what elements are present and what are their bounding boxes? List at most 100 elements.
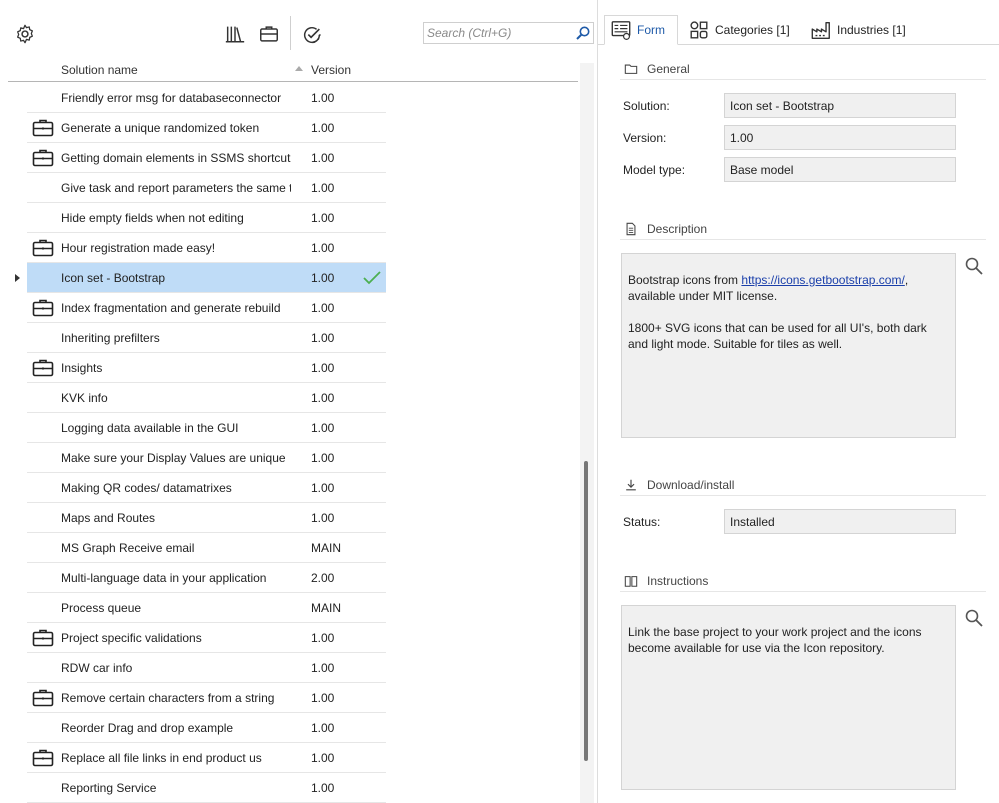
version-label: Version: <box>623 131 667 145</box>
table-row[interactable]: KVK info 1.00 <box>0 383 580 413</box>
vertical-scrollbar[interactable] <box>580 63 594 803</box>
version-cell: 1.00 <box>311 421 335 435</box>
table-row[interactable]: Project specific validations 1.00 <box>0 623 580 653</box>
briefcase-icon <box>32 299 54 317</box>
version-cell: 1.00 <box>311 481 335 495</box>
section-download: Download/install <box>620 476 986 496</box>
solution-grid: Friendly error msg for databaseconnector… <box>0 83 580 803</box>
column-header-solution-name[interactable]: Solution name <box>61 63 138 77</box>
table-row[interactable]: Give task and report parameters the same… <box>0 173 580 203</box>
version-cell: 1.00 <box>311 241 335 255</box>
categories-icon <box>690 21 708 39</box>
validate-button[interactable] <box>299 22 325 48</box>
column-header-version[interactable]: Version <box>311 63 351 77</box>
version-cell: 1.00 <box>311 211 335 225</box>
table-row[interactable]: Index fragmentation and generate rebuild… <box>0 293 580 323</box>
section-instructions: Instructions <box>620 572 986 592</box>
book-icon <box>624 576 638 587</box>
table-row[interactable]: Logging data available in the GUI 1.00 <box>0 413 580 443</box>
table-row[interactable]: Process queue MAIN <box>0 593 580 623</box>
row-pointer-icon <box>15 274 20 282</box>
solution-name-cell: MS Graph Receive email <box>61 541 195 555</box>
solution-name-cell: KVK info <box>61 391 108 405</box>
scrollbar-thumb[interactable] <box>584 461 588 761</box>
model-type-field[interactable]: Base model <box>724 157 956 182</box>
download-icon <box>626 479 636 491</box>
table-row[interactable]: Insights 1.00 <box>0 353 580 383</box>
tab-label: Form <box>637 23 665 37</box>
table-row[interactable]: MS Graph Receive email MAIN <box>0 533 580 563</box>
detail-pane: Form Categories [1] Industries [1] Gener… <box>598 0 999 803</box>
solution-list-pane: Solution name Version Friendly error msg… <box>0 0 597 803</box>
version-cell: 1.00 <box>311 661 335 675</box>
description-text: Bootstrap icons from <box>628 273 742 287</box>
bootstrap-link[interactable]: https://icons.getbootstrap.com/ <box>741 273 904 287</box>
solution-name-cell: Make sure your Display Values are unique <box>61 451 286 465</box>
table-row[interactable]: Generate a unique randomized token 1.00 <box>0 113 580 143</box>
zoom-instructions-icon[interactable] <box>964 608 984 628</box>
status-field[interactable]: Installed <box>724 509 956 534</box>
settings-button[interactable] <box>12 21 38 47</box>
table-row[interactable]: Replace all file links in end product us… <box>0 743 580 773</box>
section-general: General <box>620 60 986 80</box>
solution-field[interactable]: Icon set - Bootstrap <box>724 93 956 118</box>
solution-name-cell: Hour registration made easy! <box>61 241 216 255</box>
factory-icon <box>811 21 830 39</box>
solution-name-cell: Process queue <box>61 601 142 615</box>
instructions-memo[interactable]: Link the base project to your work proje… <box>621 605 956 790</box>
gear-icon <box>17 24 33 44</box>
search-input[interactable] <box>424 23 572 43</box>
table-row[interactable]: Icon set - Bootstrap 1.00 <box>0 263 580 293</box>
section-description: Description <box>620 220 986 240</box>
table-row[interactable]: Friendly error msg for databaseconnector… <box>0 83 580 113</box>
detail-tabs: Form Categories [1] Industries [1] <box>598 15 999 45</box>
briefcase-icon <box>32 149 54 167</box>
table-row[interactable]: Inheriting prefilters 1.00 <box>0 323 580 353</box>
gear-check-icon <box>304 26 321 44</box>
table-row[interactable]: Making QR codes/ datamatrixes 1.00 <box>0 473 580 503</box>
table-row[interactable]: Make sure your Display Values are unique… <box>0 443 580 473</box>
table-row[interactable]: Getting domain elements in SSMS shortcut… <box>0 143 580 173</box>
toolbar-separator <box>290 16 291 50</box>
table-row[interactable]: Hour registration made easy! 1.00 <box>0 233 580 263</box>
tab-form[interactable]: Form <box>604 15 678 45</box>
section-title: Download/install <box>647 478 735 492</box>
toolbox-button[interactable] <box>256 21 282 47</box>
version-field[interactable]: 1.00 <box>724 125 956 150</box>
briefcase-icon <box>32 119 54 137</box>
version-cell: 1.00 <box>311 391 335 405</box>
version-cell: 1.00 <box>311 451 335 465</box>
model-type-label: Model type: <box>623 163 686 177</box>
library-button[interactable] <box>222 21 248 47</box>
section-title: General <box>647 62 690 76</box>
document-icon <box>626 222 636 236</box>
table-row[interactable]: Remove certain characters from a string 1… <box>0 683 580 713</box>
table-row[interactable]: Multi-language data in your application 2… <box>0 563 580 593</box>
table-row[interactable]: RDW car info 1.00 <box>0 653 580 683</box>
form-icon <box>611 21 631 40</box>
zoom-description-icon[interactable] <box>964 256 984 276</box>
table-row[interactable]: Hide empty fields when not editing 1.00 <box>0 203 580 233</box>
search-icon[interactable] <box>575 25 591 41</box>
briefcase-icon <box>32 689 54 707</box>
version-cell: 1.00 <box>311 301 335 315</box>
table-row[interactable]: Reporting Service 1.00 <box>0 773 580 803</box>
description-memo[interactable]: Bootstrap icons from https://icons.getbo… <box>621 253 956 438</box>
table-row[interactable]: Maps and Routes 1.00 <box>0 503 580 533</box>
solution-name-cell: Reorder Drag and drop example <box>61 721 234 735</box>
sort-ascending-icon <box>295 66 303 71</box>
solution-name-cell: Generate a unique randomized token <box>61 121 260 135</box>
description-paragraph-2: 1800+ SVG icons that can be used for all… <box>628 321 927 351</box>
briefcase-icon <box>32 239 54 257</box>
version-cell: 1.00 <box>311 751 335 765</box>
solution-name-cell: Remove certain characters from a string <box>61 691 275 705</box>
folder-icon <box>624 64 638 74</box>
version-cell: 1.00 <box>311 781 335 795</box>
version-cell: 1.00 <box>311 691 335 705</box>
table-row[interactable]: Reorder Drag and drop example 1.00 <box>0 713 580 743</box>
solution-name-cell: Friendly error msg for databaseconnector <box>61 91 282 105</box>
tab-industries[interactable]: Industries [1] <box>808 15 906 45</box>
tab-categories[interactable]: Categories [1] <box>686 15 790 45</box>
solution-name-cell: Hide empty fields when not editing <box>61 211 244 225</box>
installed-check-icon <box>363 271 381 285</box>
